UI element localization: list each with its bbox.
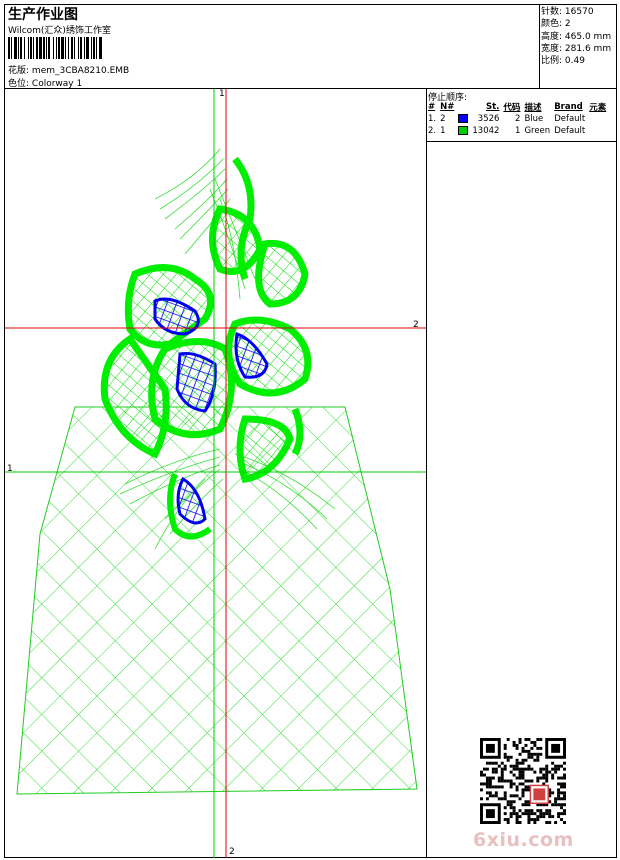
page-title: 生产作业图 bbox=[8, 7, 78, 23]
color-swatch-green bbox=[458, 126, 469, 135]
table-row: 1. 2 3526 2 Blue Default bbox=[426, 113, 608, 125]
barcode-icon bbox=[8, 37, 188, 59]
stat-stitches: 针数: 16570 bbox=[541, 7, 594, 17]
colorway-label: 色位: bbox=[8, 79, 30, 89]
col-code: 代码 bbox=[503, 103, 521, 113]
row-brand: Default bbox=[554, 126, 586, 136]
row-description: Blue bbox=[524, 114, 544, 124]
stat-colors: 颜色: 2 bbox=[541, 19, 571, 30]
axis-label-top: 1 bbox=[219, 89, 225, 99]
row-stitches: 13042 bbox=[472, 126, 500, 136]
row-index: 1. bbox=[428, 114, 437, 124]
stat-height: 高度: 465.0 mm bbox=[541, 31, 612, 42]
stop-sequence-table: # N# St. 代码 描述 Brand 元素 1. 2 3526 2 Blue… bbox=[426, 101, 608, 137]
mesh-skirt bbox=[16, 406, 418, 795]
col-needle: N# bbox=[440, 102, 455, 112]
col-index: # bbox=[428, 102, 436, 112]
company-name: Wilcom(汇众)绣饰工作室 bbox=[8, 26, 111, 36]
row-swatch bbox=[456, 113, 470, 125]
stat-scale: 比例: 0.49 bbox=[541, 56, 585, 67]
row-stitches: 3526 bbox=[477, 114, 500, 124]
row-needle: 2 bbox=[440, 114, 446, 124]
row-code: 2 bbox=[515, 114, 521, 124]
row-element bbox=[587, 113, 608, 125]
stats-panel: 针数: 16570 颜色: 2 高度: 465.0 mm 宽度: 281.6 m… bbox=[541, 6, 611, 67]
axis-label-left: 1 bbox=[7, 464, 13, 474]
design-file-row: 花版: mem_3CBA8210.EMB bbox=[8, 63, 129, 76]
stat-width: 宽度: 281.6 mm bbox=[541, 43, 612, 54]
stats-divider bbox=[539, 4, 540, 88]
stops-underline bbox=[426, 141, 617, 142]
row-description: Green bbox=[524, 126, 551, 136]
row-element bbox=[587, 125, 608, 137]
col-brand: Brand bbox=[554, 102, 583, 112]
row-index: 2. bbox=[428, 126, 437, 136]
col-description: 描述 bbox=[524, 103, 542, 113]
stop-table-header: # N# St. 代码 描述 Brand 元素 bbox=[426, 101, 608, 113]
colorway-row: 色位: Colorway 1 bbox=[8, 76, 82, 89]
embroidery-preview bbox=[5, 89, 426, 858]
col-element: 元素 bbox=[589, 103, 607, 113]
design-file: mem_3CBA8210.EMB bbox=[31, 66, 130, 76]
flower-motif bbox=[100, 156, 312, 483]
colorway-value: Colorway 1 bbox=[31, 79, 83, 89]
row-needle: 1 bbox=[440, 126, 446, 136]
axis-label-right: 2 bbox=[413, 320, 419, 330]
row-swatch bbox=[456, 125, 470, 137]
axis-label-bottom: 2 bbox=[229, 847, 235, 857]
row-brand: Default bbox=[554, 114, 586, 124]
panel-divider bbox=[426, 88, 427, 858]
design-label: 花版: bbox=[8, 66, 30, 76]
watermark: 6xiu.com bbox=[473, 829, 574, 851]
color-swatch-blue bbox=[458, 114, 469, 123]
col-color bbox=[456, 101, 470, 113]
row-code: 1 bbox=[515, 126, 521, 136]
col-stitches: St. bbox=[486, 102, 500, 112]
qr-code-icon bbox=[480, 738, 566, 824]
table-row: 2. 1 13042 1 Green Default bbox=[426, 125, 608, 137]
